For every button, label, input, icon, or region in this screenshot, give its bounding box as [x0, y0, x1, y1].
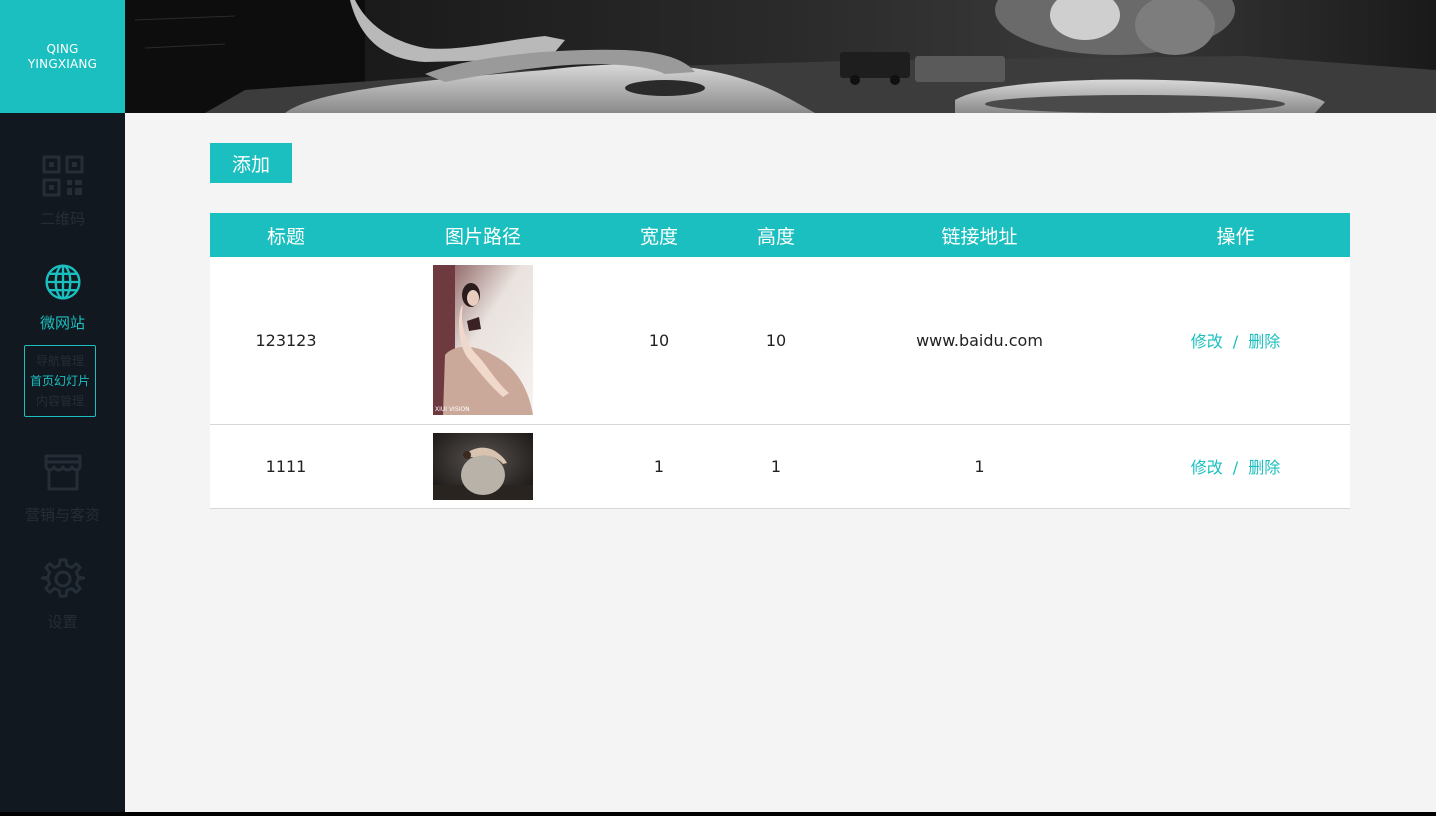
cell-title: 123123: [210, 257, 362, 425]
cell-width: 10: [604, 257, 714, 425]
header-banner-image: [125, 0, 1436, 113]
column-header-image: 图片路径: [362, 213, 604, 257]
table-header-row: 标题 图片路径 宽度 高度 链接地址 操作: [210, 213, 1350, 257]
slide-thumbnail[interactable]: XIUI VISION: [433, 265, 533, 416]
sidebar-item-label: 设置: [47, 613, 78, 631]
sidebar-item-marketing[interactable]: 营销与客资: [0, 450, 125, 525]
sidebar-item-settings[interactable]: 设置: [0, 557, 125, 632]
store-icon: [44, 454, 81, 491]
column-header-actions: 操作: [1121, 213, 1350, 257]
delete-link[interactable]: 删除: [1248, 458, 1280, 477]
cell-width: 1: [604, 424, 714, 509]
sidebar-item-qrcode[interactable]: 二维码: [0, 154, 125, 229]
sidebar: QING YINGXIANG 二维码 微网站 导航管理 首页幻灯片 内容管理 营…: [0, 0, 125, 812]
submenu-item-nav[interactable]: 导航管理: [36, 351, 84, 371]
table-row: 123123 XIUI VISION 10 10 www.baidu.com 修…: [210, 257, 1350, 425]
add-button[interactable]: 添加: [210, 143, 292, 183]
action-separator: /: [1232, 332, 1239, 352]
main-content: 添加 标题 图片路径 宽度 高度 链接地址 操作 123123 XIUI VIS…: [125, 113, 1436, 812]
action-separator: /: [1232, 458, 1239, 477]
globe-icon: [44, 264, 81, 300]
cell-link: www.baidu.com: [838, 257, 1121, 425]
cell-image: XIUI VISION: [362, 257, 604, 425]
delete-link[interactable]: 删除: [1248, 332, 1280, 351]
logo[interactable]: QING YINGXIANG: [0, 0, 125, 113]
cell-height: 1: [714, 424, 838, 509]
cell-actions: 修改 / 删除: [1121, 257, 1350, 425]
website-submenu: 导航管理 首页幻灯片 内容管理: [24, 345, 96, 417]
column-header-height: 高度: [714, 213, 838, 257]
cell-height: 10: [714, 257, 838, 425]
cell-actions: 修改 / 删除: [1121, 424, 1350, 509]
qrcode-icon: [42, 155, 83, 197]
column-header-title: 标题: [210, 213, 362, 257]
bottom-edge: [0, 812, 1436, 816]
cell-title: 1111: [210, 424, 362, 509]
edit-link[interactable]: 修改: [1191, 332, 1223, 351]
gear-icon: [40, 558, 85, 598]
sidebar-item-website[interactable]: 微网站: [0, 262, 125, 333]
table-row: 1111 1 1 1 修改 / 删除: [210, 424, 1350, 509]
svg-text:XIUI VISION: XIUI VISION: [435, 406, 470, 413]
logo-line-1: QING: [46, 41, 79, 56]
slides-table: 标题 图片路径 宽度 高度 链接地址 操作 123123 XIUI VISION…: [210, 213, 1350, 509]
edit-link[interactable]: 修改: [1191, 458, 1223, 477]
cell-link: 1: [838, 424, 1121, 509]
logo-line-2: YINGXIANG: [27, 56, 98, 71]
sidebar-item-label: 微网站: [39, 314, 85, 332]
column-header-width: 宽度: [604, 213, 714, 257]
submenu-item-content[interactable]: 内容管理: [36, 391, 84, 411]
sidebar-item-label: 二维码: [39, 210, 85, 228]
banner-photo: [125, 0, 1436, 113]
column-header-link: 链接地址: [838, 213, 1121, 257]
slide-thumbnail[interactable]: [433, 432, 533, 500]
cell-image: [362, 424, 604, 509]
sidebar-item-label: 营销与客资: [24, 506, 100, 524]
submenu-item-slides[interactable]: 首页幻灯片: [30, 371, 90, 391]
